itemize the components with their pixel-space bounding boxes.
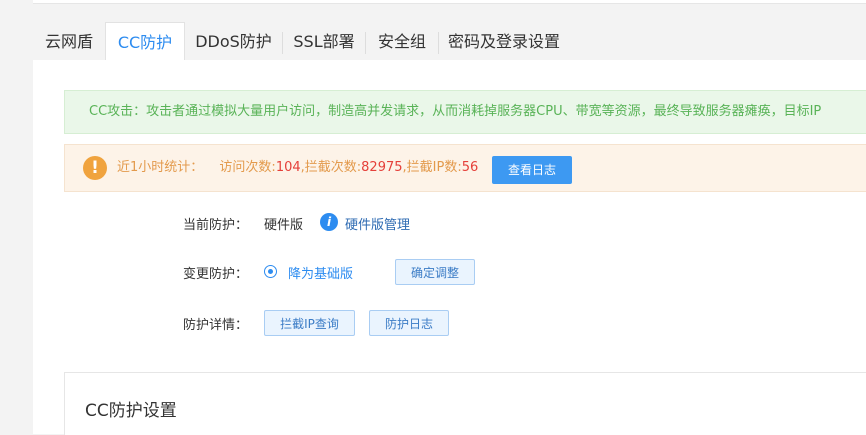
warning-icon: ! bbox=[83, 156, 107, 180]
cc-protection-panel: CC攻击：攻击者通过模拟大量用户访问，制造高并发请求，从而消耗掉服务器CPU、带… bbox=[33, 60, 866, 435]
tab-password-login-settings[interactable]: 密码及登录设置 bbox=[439, 22, 569, 60]
visits-label: 访问次数: bbox=[219, 160, 276, 175]
confirm-adjust-button[interactable]: 确定调整 bbox=[395, 259, 475, 285]
protection-log-button[interactable]: 防护日志 bbox=[369, 310, 449, 336]
tab-cc-protection[interactable]: CC防护 bbox=[105, 22, 185, 61]
cc-attack-notice: CC攻击：攻击者通过模拟大量用户访问，制造高并发请求，从而消耗掉服务器CPU、带… bbox=[64, 90, 866, 134]
blocked-label: ,拦截次数: bbox=[300, 160, 362, 175]
blocked-count: 82975 bbox=[361, 160, 403, 175]
tab-ddos-protection[interactable]: DDoS防护 bbox=[185, 22, 282, 60]
cc-settings-card: CC防护设置 bbox=[64, 372, 866, 435]
change-protection-label: 变更防护： bbox=[183, 267, 249, 282]
hardware-manage-link[interactable]: 硬件版管理 bbox=[345, 214, 410, 233]
downgrade-option-label[interactable]: 降为基础版 bbox=[288, 263, 353, 282]
current-protection-label: 当前防护： bbox=[183, 218, 249, 233]
tab-cloud-shield[interactable]: 云网盾 bbox=[33, 22, 105, 60]
visits-count: 104 bbox=[275, 160, 301, 175]
stats-summary: 近1小时统计： 访问次数:104,拦截次数:82975,拦截IP数:56 bbox=[117, 145, 478, 191]
tab-ssl-deploy[interactable]: SSL部署 bbox=[283, 22, 365, 60]
blocked-ip-count: 56 bbox=[461, 160, 479, 175]
stats-notice: ! 近1小时统计： 访问次数:104,拦截次数:82975,拦截IP数:56 查… bbox=[64, 144, 866, 192]
current-protection-value: 硬件版 bbox=[264, 218, 304, 233]
cc-settings-title: CC防护设置 bbox=[85, 401, 177, 421]
blocked-ip-query-button[interactable]: 拦截IP查询 bbox=[264, 310, 355, 336]
tab-security-group[interactable]: 安全组 bbox=[366, 22, 438, 60]
top-bar bbox=[33, 0, 866, 4]
stats-prefix: 近1小时统计： bbox=[117, 160, 204, 175]
downgrade-radio[interactable] bbox=[264, 265, 277, 278]
tab-bar: 云网盾 CC防护 DDoS防护 SSL部署 安全组 密码及登录设置 bbox=[33, 22, 866, 61]
info-icon: i bbox=[320, 213, 338, 231]
cc-attack-notice-text: CC攻击：攻击者通过模拟大量用户访问，制造高并发请求，从而消耗掉服务器CPU、带… bbox=[89, 104, 822, 119]
blocked-ip-label: ,拦截IP数: bbox=[402, 160, 462, 175]
protection-details-label: 防护详情： bbox=[183, 318, 249, 333]
view-log-button[interactable]: 查看日志 bbox=[492, 156, 572, 184]
